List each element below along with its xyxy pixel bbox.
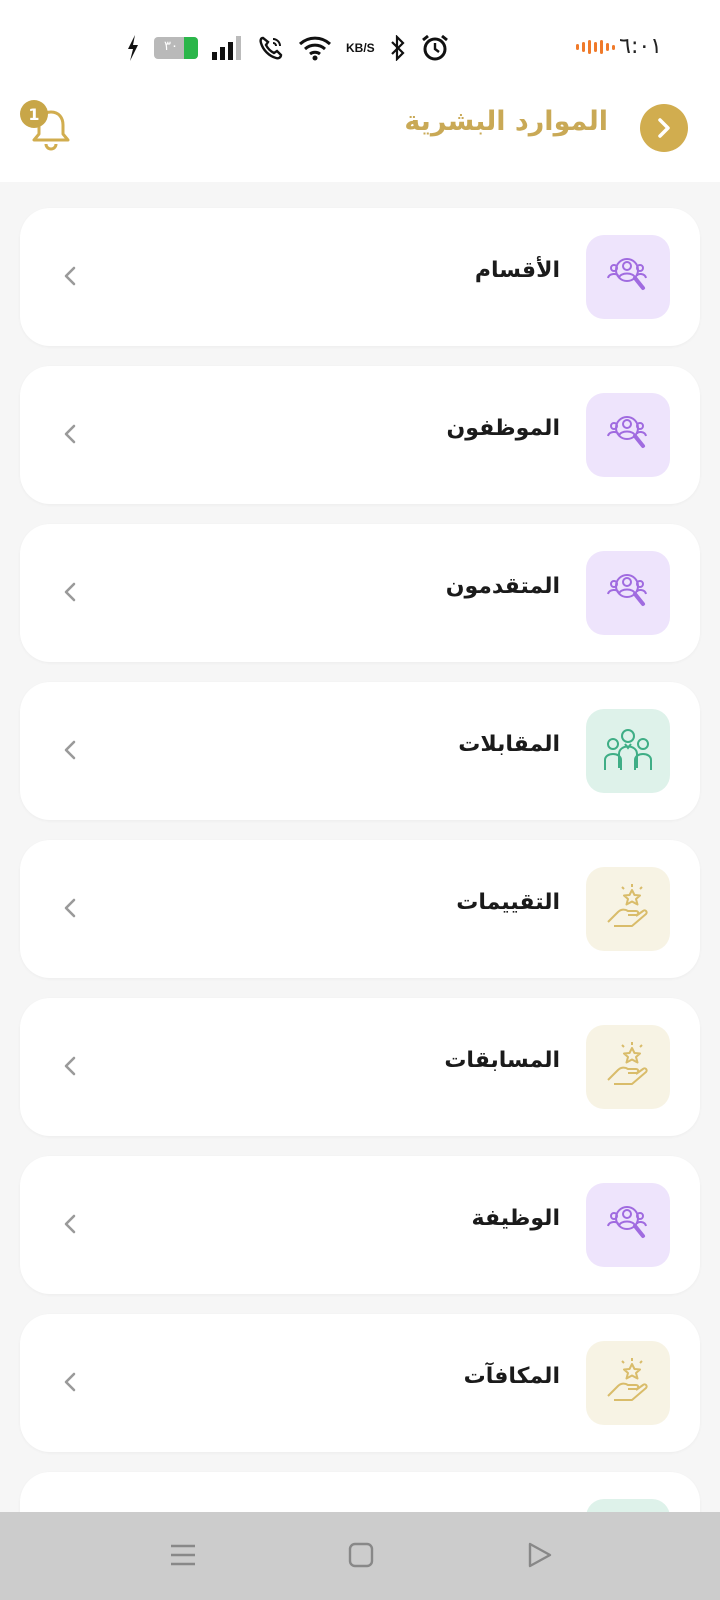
app-header: الموارد البشرية 1 bbox=[0, 90, 720, 182]
chevron-right-icon bbox=[658, 118, 670, 138]
battery-level: ٣٠ bbox=[164, 39, 178, 54]
bluetooth-icon bbox=[390, 35, 405, 61]
menu-icon[interactable] bbox=[168, 1540, 198, 1570]
menu-item-card[interactable]: التقييمات bbox=[20, 840, 700, 978]
menu-item-label: الأقسام bbox=[474, 258, 560, 283]
chevron-left-icon bbox=[64, 1056, 76, 1076]
menu-item-card[interactable]: الأقسام bbox=[20, 208, 700, 346]
menu-item-icon-tile bbox=[586, 1025, 670, 1109]
people-search-icon bbox=[603, 566, 653, 620]
hand-star-icon bbox=[602, 1356, 654, 1410]
chevron-left-icon bbox=[64, 740, 76, 760]
menu-item-icon-tile bbox=[586, 551, 670, 635]
menu-list: الأقسام الموظفون المتقدمون المقابلات الت… bbox=[20, 208, 700, 1600]
alarm-icon bbox=[421, 34, 448, 61]
menu-item-label: الوظيفة bbox=[471, 1206, 560, 1231]
people-search-icon bbox=[603, 408, 653, 462]
menu-item-card[interactable]: المتقدمون bbox=[20, 524, 700, 662]
menu-item-card[interactable]: المسابقات bbox=[20, 998, 700, 1136]
audio-activity-icon bbox=[576, 40, 615, 54]
menu-item-icon-tile bbox=[586, 235, 670, 319]
status-icons: ٣٠ KB/S bbox=[126, 32, 463, 64]
hand-star-icon bbox=[602, 882, 654, 936]
menu-item-label: المسابقات bbox=[444, 1048, 560, 1073]
network-speed: KB/S bbox=[346, 41, 375, 55]
status-bar: ٣٠ KB/S ٦:٠١ bbox=[0, 0, 720, 90]
group-meeting-icon bbox=[601, 724, 655, 778]
people-search-icon bbox=[603, 1198, 653, 1252]
home-square-icon[interactable] bbox=[346, 1540, 376, 1570]
menu-item-label: المتقدمون bbox=[445, 574, 560, 599]
battery-icon: ٣٠ bbox=[154, 37, 198, 59]
chevron-left-icon bbox=[64, 266, 76, 286]
page-title: الموارد البشرية bbox=[404, 106, 608, 137]
menu-item-icon-tile bbox=[586, 1341, 670, 1425]
people-search-icon bbox=[603, 250, 653, 304]
wifi-icon bbox=[298, 36, 332, 61]
menu-item-icon-tile bbox=[586, 393, 670, 477]
chevron-left-icon bbox=[64, 424, 76, 444]
menu-item-label: المكافآت bbox=[463, 1364, 560, 1389]
chevron-left-icon bbox=[64, 582, 76, 602]
menu-item-label: الموظفون bbox=[446, 416, 560, 441]
back-button[interactable] bbox=[640, 104, 688, 152]
menu-item-label: المقابلات bbox=[458, 732, 560, 757]
chevron-left-icon bbox=[64, 1214, 76, 1234]
screen: ٣٠ KB/S ٦:٠١ الموارد البشرية 1 الأقسام ا… bbox=[0, 0, 720, 1600]
charging-bolt-icon bbox=[128, 35, 138, 61]
hand-star-icon bbox=[602, 1040, 654, 1094]
clock: ٦:٠١ bbox=[619, 34, 662, 59]
system-nav-bar bbox=[0, 1512, 720, 1600]
chevron-left-icon bbox=[64, 1372, 76, 1392]
wifi-calling-icon bbox=[259, 36, 283, 60]
menu-item-card[interactable]: الوظيفة bbox=[20, 1156, 700, 1294]
menu-item-card[interactable]: المقابلات bbox=[20, 682, 700, 820]
menu-item-icon-tile bbox=[586, 709, 670, 793]
menu-item-icon-tile bbox=[586, 1183, 670, 1267]
menu-item-icon-tile bbox=[586, 867, 670, 951]
back-triangle-icon[interactable] bbox=[524, 1540, 554, 1570]
signal-icon bbox=[212, 36, 241, 60]
chevron-left-icon bbox=[64, 898, 76, 918]
menu-item-card[interactable]: المكافآت bbox=[20, 1314, 700, 1452]
notification-badge: 1 bbox=[20, 100, 48, 128]
menu-item-label: التقييمات bbox=[456, 890, 560, 915]
menu-item-card[interactable]: الموظفون bbox=[20, 366, 700, 504]
